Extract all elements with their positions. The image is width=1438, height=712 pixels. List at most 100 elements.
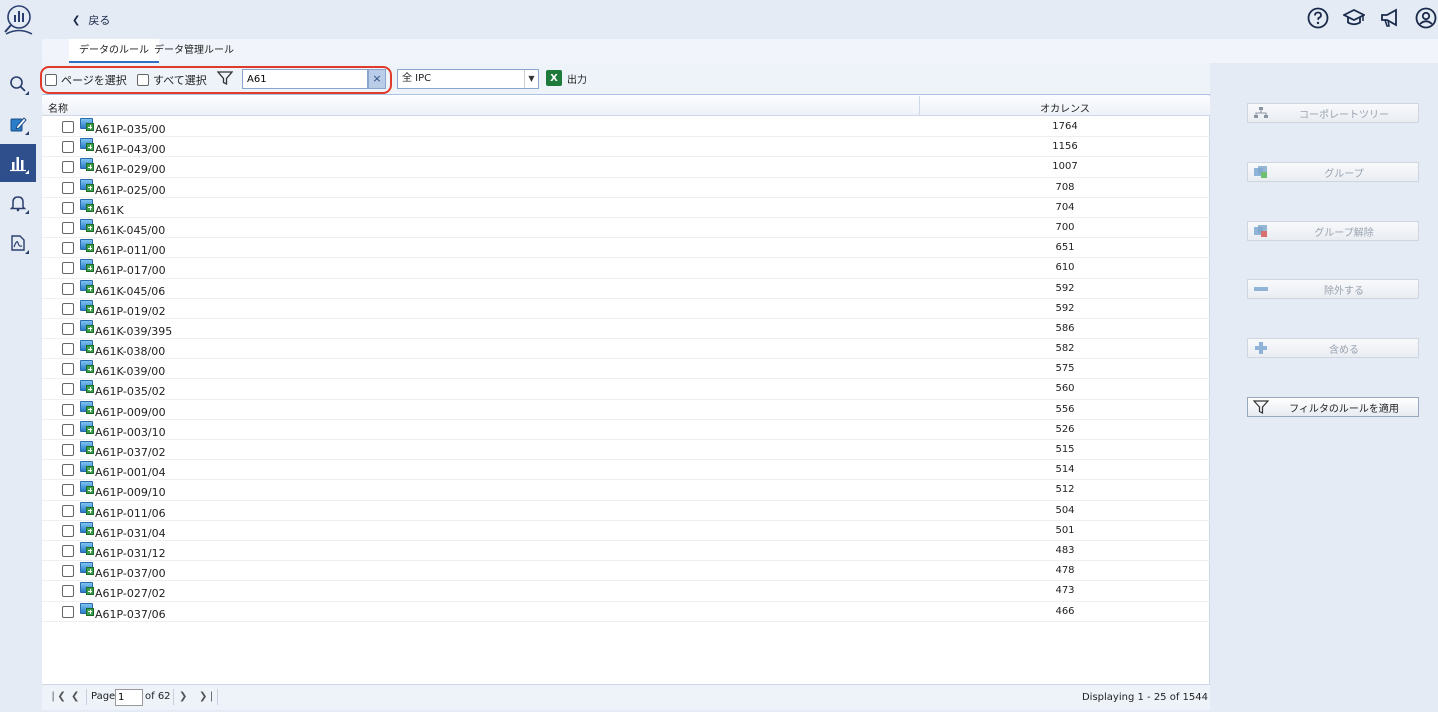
occurrence-count: 586 bbox=[1055, 322, 1075, 334]
next-page-icon[interactable]: ❯ bbox=[179, 691, 187, 702]
row-checkbox[interactable] bbox=[62, 524, 74, 537]
table-row[interactable]: A61P-011/00 651 bbox=[42, 238, 1210, 259]
first-page-icon[interactable]: ❘❮ bbox=[49, 691, 66, 702]
row-checkbox[interactable] bbox=[62, 322, 74, 335]
nav-search[interactable] bbox=[0, 65, 36, 103]
occurrence-count: 1007 bbox=[1052, 161, 1078, 173]
ipc-code-name: A61P-019/02 bbox=[95, 304, 166, 318]
export-button[interactable]: X 出力 bbox=[546, 70, 587, 86]
row-checkbox[interactable] bbox=[62, 423, 74, 436]
export-label: 出力 bbox=[567, 74, 587, 86]
row-checkbox[interactable] bbox=[62, 242, 74, 255]
table-row[interactable]: A61P-037/06 466 bbox=[42, 602, 1210, 622]
filter-icon[interactable] bbox=[217, 70, 233, 86]
table-row[interactable]: A61P-017/00 610 bbox=[42, 258, 1210, 279]
pager-separator bbox=[173, 689, 174, 705]
side-button-plus[interactable]: 含める bbox=[1247, 338, 1419, 358]
table-row[interactable]: A61K-045/06 592 bbox=[42, 279, 1210, 299]
row-checkbox[interactable] bbox=[62, 444, 74, 456]
table-row[interactable]: A61P-037/02 515 bbox=[42, 440, 1210, 461]
row-checkbox[interactable] bbox=[62, 544, 74, 557]
table-row[interactable]: A61K-039/395 586 bbox=[42, 319, 1210, 340]
row-checkbox[interactable] bbox=[62, 221, 74, 234]
megaphone-icon[interactable] bbox=[1378, 6, 1402, 30]
row-checkbox[interactable] bbox=[62, 141, 74, 154]
ipc-code-icon bbox=[80, 299, 94, 313]
table-row[interactable]: A61P-035/02 560 bbox=[42, 379, 1210, 400]
graduation-cap-icon[interactable] bbox=[1342, 6, 1366, 30]
nav-reports[interactable] bbox=[0, 224, 36, 262]
row-checkbox[interactable] bbox=[62, 403, 74, 416]
ipc-code-icon bbox=[80, 380, 94, 394]
clear-filter-button[interactable]: × bbox=[368, 69, 386, 89]
table-row[interactable]: A61P-027/02 473 bbox=[42, 581, 1210, 602]
row-checkbox[interactable] bbox=[62, 565, 74, 578]
previous-page-icon[interactable]: ❮ bbox=[71, 691, 79, 702]
ipc-code-name: A61P-035/02 bbox=[95, 385, 166, 399]
row-checkbox[interactable] bbox=[62, 201, 74, 214]
checkbox[interactable] bbox=[45, 74, 57, 86]
table-row[interactable]: A61P-011/06 504 bbox=[42, 501, 1210, 521]
row-checkbox[interactable] bbox=[62, 605, 74, 618]
group-icon bbox=[1252, 165, 1270, 179]
table-row[interactable]: A61P-043/00 1156 bbox=[42, 137, 1210, 158]
table-row[interactable]: A61P-029/00 1007 bbox=[42, 157, 1210, 178]
ipc-code-icon bbox=[80, 582, 94, 596]
filter-input[interactable] bbox=[242, 69, 368, 89]
ipc-code-name: A61P-001/04 bbox=[95, 466, 166, 480]
row-checkbox[interactable] bbox=[62, 262, 74, 275]
row-checkbox[interactable] bbox=[62, 181, 74, 194]
table-row[interactable]: A61K-038/00 582 bbox=[42, 339, 1210, 360]
side-button-minus[interactable]: 除外する bbox=[1247, 279, 1419, 299]
row-checkbox[interactable] bbox=[62, 363, 74, 376]
row-checkbox[interactable] bbox=[62, 484, 74, 497]
table-row[interactable]: A61P-019/02 592 bbox=[42, 299, 1210, 319]
table-row[interactable]: A61P-009/10 512 bbox=[42, 480, 1210, 501]
occurrence-count: 575 bbox=[1055, 363, 1075, 375]
ipc-code-icon bbox=[80, 360, 94, 374]
table-row[interactable]: A61P-025/00 708 bbox=[42, 178, 1210, 198]
side-button-group[interactable]: グループ bbox=[1247, 162, 1419, 182]
table-row[interactable]: A61K-045/00 700 bbox=[42, 218, 1210, 239]
row-checkbox[interactable] bbox=[62, 464, 74, 477]
side-button-label: フィルタのルールを適用 bbox=[1289, 403, 1399, 415]
table-row[interactable]: A61P-037/00 478 bbox=[42, 561, 1210, 582]
tab-data-management-rules[interactable]: データ管理ルール bbox=[144, 39, 244, 63]
page-number-input[interactable] bbox=[115, 689, 143, 706]
nav-chart[interactable] bbox=[0, 144, 36, 182]
nav-edit[interactable] bbox=[0, 105, 36, 143]
row-checkbox[interactable] bbox=[62, 302, 74, 315]
row-checkbox[interactable] bbox=[62, 585, 74, 598]
ipc-select[interactable]: 全 IPC ▼ bbox=[397, 69, 539, 89]
row-checkbox[interactable] bbox=[62, 343, 74, 356]
side-button-filter[interactable]: フィルタのルールを適用 bbox=[1247, 397, 1419, 417]
row-checkbox[interactable] bbox=[62, 121, 74, 133]
side-button-tree[interactable]: コーポレートツリー bbox=[1247, 103, 1419, 123]
table-row[interactable]: A61K 704 bbox=[42, 198, 1210, 218]
table-row[interactable]: A61K-039/00 575 bbox=[42, 359, 1210, 380]
table-row[interactable]: A61P-001/04 514 bbox=[42, 460, 1210, 481]
table-row[interactable]: A61P-003/10 526 bbox=[42, 420, 1210, 440]
column-header-occurrence[interactable]: オカレンス bbox=[920, 100, 1210, 115]
table-row[interactable]: A61P-009/00 556 bbox=[42, 400, 1210, 420]
table-row[interactable]: A61P-035/00 1764 bbox=[42, 117, 1210, 138]
nav-alerts[interactable] bbox=[0, 184, 36, 222]
side-button-ungroup[interactable]: グループ解除 bbox=[1247, 221, 1419, 241]
last-page-icon[interactable]: ❯❘ bbox=[199, 691, 216, 702]
select-page-checkbox[interactable]: ページを選択 bbox=[45, 72, 127, 88]
checkbox[interactable] bbox=[137, 74, 149, 86]
back-button[interactable]: ❮ 戻る bbox=[72, 12, 110, 28]
row-checkbox[interactable] bbox=[62, 383, 74, 396]
row-checkbox[interactable] bbox=[62, 161, 74, 174]
occurrence-count: 592 bbox=[1055, 282, 1075, 294]
row-checkbox[interactable] bbox=[62, 282, 74, 295]
app-logo-icon[interactable] bbox=[2, 3, 34, 35]
row-checkbox[interactable] bbox=[62, 504, 74, 517]
table-row[interactable]: A61P-031/04 501 bbox=[42, 521, 1210, 541]
column-header-name[interactable]: 名称 bbox=[48, 100, 68, 115]
select-all-checkbox[interactable]: すべて選択 bbox=[137, 72, 207, 88]
plus-icon bbox=[1252, 341, 1270, 355]
user-account-icon[interactable] bbox=[1414, 6, 1438, 30]
help-icon[interactable] bbox=[1306, 6, 1330, 30]
table-row[interactable]: A61P-031/12 483 bbox=[42, 541, 1210, 562]
